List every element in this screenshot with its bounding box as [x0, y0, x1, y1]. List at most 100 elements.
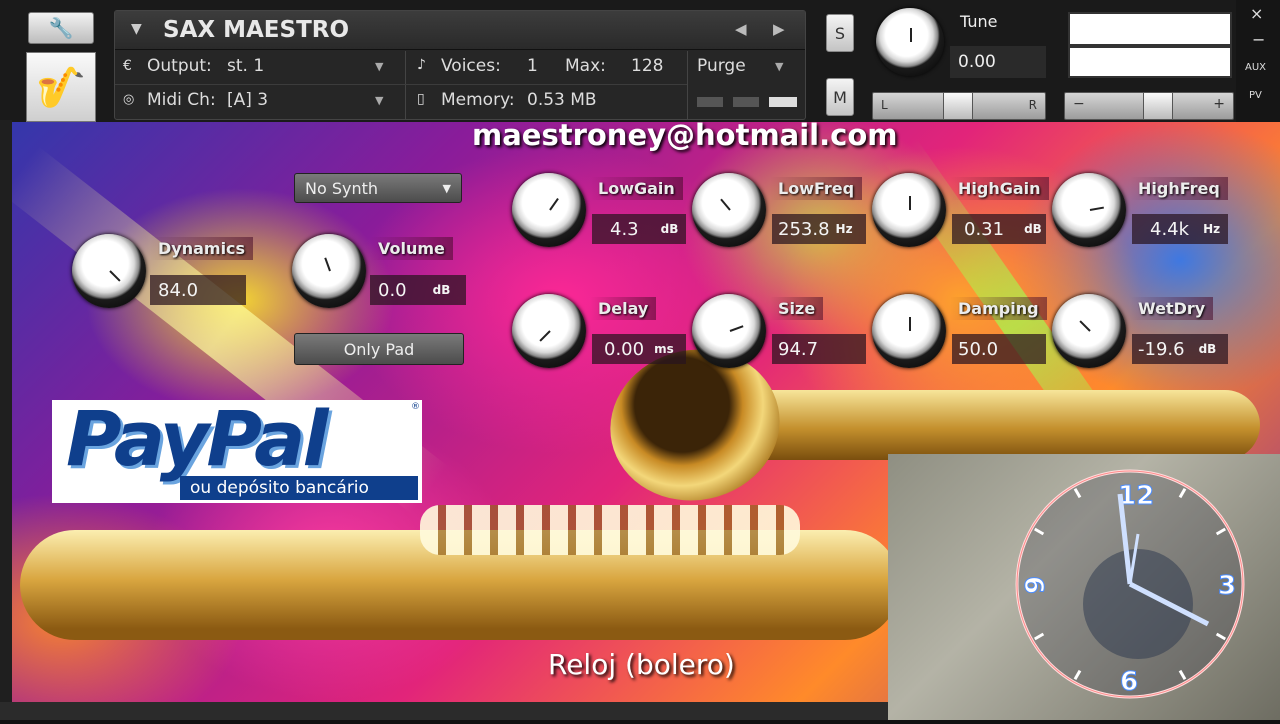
close-icon[interactable]: ×: [1250, 4, 1263, 23]
delay-value-text: 0.00: [604, 338, 645, 360]
synth-menu-label: No Synth: [305, 178, 379, 198]
minimize-icon[interactable]: −: [1252, 30, 1265, 49]
tune-value[interactable]: 0.00: [950, 46, 1046, 78]
knob-indicator: [539, 330, 551, 342]
pv-button[interactable]: PV: [1249, 90, 1262, 101]
clock-numeral-9: 9: [1021, 576, 1051, 594]
synth-menu[interactable]: No Synth ▼: [294, 173, 462, 203]
instrument-header: ▼ SAX MAESTRO ◀ ▶ € Output: st. 1 ▼ ◎ Mi…: [114, 10, 806, 120]
knob-indicator: [324, 257, 331, 272]
email-caption: maestroney@hotmail.com: [472, 118, 898, 152]
pan-right-label: R: [1028, 98, 1037, 112]
pan-left-label: L: [881, 98, 888, 112]
prev-instrument-icon[interactable]: ◀: [735, 20, 747, 38]
knob-indicator: [1079, 320, 1091, 332]
knob-indicator: [1089, 206, 1104, 211]
saxophone-image: [700, 390, 1260, 460]
collapse-arrow-icon[interactable]: ▼: [131, 21, 142, 37]
highfreq-value[interactable]: 4.4k Hz: [1132, 214, 1228, 244]
memory-icon: ▯: [417, 91, 425, 107]
lowfreq-knob[interactable]: [692, 173, 766, 247]
clock-video-panel: 12 3 6 9: [888, 454, 1280, 720]
pan-handle[interactable]: [943, 93, 973, 119]
midi-icon: ◎: [123, 92, 135, 107]
mute-button[interactable]: M: [826, 78, 854, 116]
highgain-knob[interactable]: [872, 173, 946, 247]
voices-label: Voices:: [441, 56, 501, 76]
registered-mark: ®: [411, 402, 420, 412]
volume-knob[interactable]: [292, 234, 366, 308]
midi-dropdown-icon[interactable]: ▼: [375, 94, 383, 107]
delay-value[interactable]: 0.00 ms: [592, 334, 686, 364]
damping-value[interactable]: 50.0: [952, 334, 1046, 364]
midi-value[interactable]: [A] 3: [227, 90, 268, 110]
paypal-wordmark: PayPal: [66, 394, 329, 483]
knob-indicator: [109, 270, 121, 282]
wetdry-label: WetDry: [1130, 297, 1214, 320]
memory-label: Memory:: [441, 90, 515, 110]
pan-slider[interactable]: L R: [872, 92, 1046, 120]
left-frame: [0, 120, 12, 720]
volume-minus-label: −: [1073, 96, 1085, 112]
settings-button[interactable]: 🔧: [28, 12, 94, 44]
lowgain-value-text: 4.3: [610, 218, 639, 240]
dynamics-knob[interactable]: [72, 234, 146, 308]
output-label: Output:: [147, 56, 212, 76]
output-icon: €: [123, 58, 132, 74]
saxophone-icon: 🎷: [36, 64, 86, 111]
chevron-down-icon: ▼: [442, 181, 451, 195]
max-voices-value[interactable]: 128: [631, 56, 663, 76]
level-led: [769, 97, 797, 107]
highgain-unit: dB: [1024, 222, 1042, 236]
volume-handle[interactable]: [1143, 93, 1173, 119]
clock-numeral-3: 3: [1218, 571, 1236, 601]
level-meter-left: [1068, 12, 1232, 46]
wrench-icon: 🔧: [48, 16, 74, 40]
volume-unit: dB: [432, 283, 451, 297]
output-dropdown-icon[interactable]: ▼: [375, 60, 383, 73]
instrument-name[interactable]: SAX MAESTRO: [163, 17, 349, 43]
bottom-frame: [0, 702, 890, 720]
lowgain-value[interactable]: 4.3 dB: [592, 214, 686, 244]
highgain-value[interactable]: 0.31 dB: [952, 214, 1046, 244]
damping-knob[interactable]: [872, 294, 946, 368]
purge-dropdown-icon[interactable]: ▼: [775, 60, 783, 73]
purge-menu[interactable]: Purge: [697, 56, 746, 76]
volume-plus-label: +: [1213, 96, 1225, 112]
only-pad-button[interactable]: Only Pad: [294, 333, 464, 365]
title-bar: ▼ SAX MAESTRO ◀ ▶: [115, 11, 805, 50]
highgain-label: HighGain: [950, 177, 1049, 200]
wetdry-knob[interactable]: [1052, 294, 1126, 368]
clock-face: 12 3 6 9: [1015, 469, 1245, 699]
delay-knob[interactable]: [512, 294, 586, 368]
lowfreq-label: LowFreq: [770, 177, 863, 200]
highgain-value-text: 0.31: [964, 218, 1005, 240]
dynamics-value-text: 84.0: [158, 279, 199, 301]
highfreq-knob[interactable]: [1052, 173, 1126, 247]
highfreq-unit: Hz: [1203, 222, 1221, 236]
highfreq-label: HighFreq: [1130, 177, 1228, 200]
volume-value[interactable]: 0.0 dB: [370, 275, 466, 305]
lowfreq-value[interactable]: 253.8 Hz: [772, 214, 866, 244]
wetdry-value[interactable]: -19.6 dB: [1132, 334, 1228, 364]
volume-slider[interactable]: − +: [1064, 92, 1234, 120]
aux-button[interactable]: AUX: [1245, 62, 1266, 73]
size-value[interactable]: 94.7: [772, 334, 866, 364]
knob-indicator: [549, 197, 559, 211]
tune-knob[interactable]: [876, 8, 944, 76]
instrument-icon-tile[interactable]: 🎷: [26, 52, 96, 122]
solo-button[interactable]: S: [826, 14, 854, 52]
next-instrument-icon[interactable]: ▶: [773, 20, 785, 38]
dynamics-label: Dynamics: [150, 237, 254, 260]
level-led: [733, 97, 759, 107]
song-title-caption: Reloj (bolero): [548, 648, 735, 681]
level-led: [697, 97, 723, 107]
divider: [115, 84, 687, 85]
midi-label: Midi Ch:: [147, 90, 216, 110]
dynamics-value[interactable]: 84.0: [150, 275, 246, 305]
size-value-text: 94.7: [778, 338, 819, 360]
lowgain-knob[interactable]: [512, 173, 586, 247]
knob-indicator: [729, 325, 744, 332]
output-value[interactable]: st. 1: [227, 56, 264, 76]
size-knob[interactable]: [692, 294, 766, 368]
